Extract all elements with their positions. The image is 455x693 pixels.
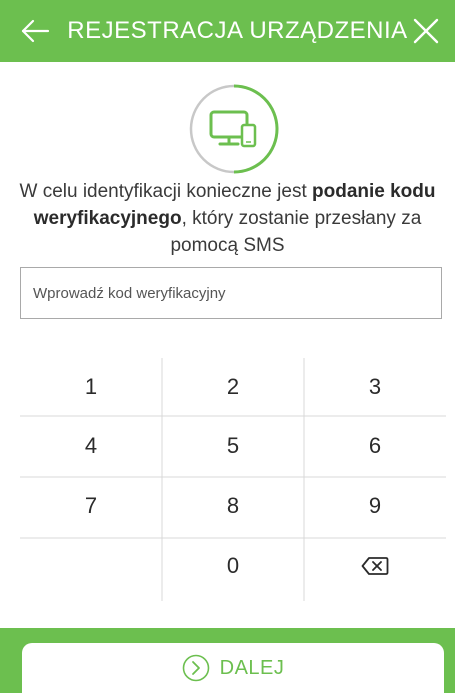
backspace-icon (361, 557, 389, 575)
device-icon-container (187, 82, 281, 176)
key-8[interactable]: 8 (162, 476, 304, 536)
keypad-row-4: 0 (20, 536, 446, 596)
key-2[interactable]: 2 (162, 358, 304, 416)
keypad-row-1: 1 2 3 (20, 358, 446, 416)
key-empty (20, 536, 162, 596)
header-bar: REJESTRACJA URZĄDZENIA (0, 0, 455, 62)
numeric-keypad: 1 2 3 4 5 6 7 8 9 0 (20, 358, 446, 601)
key-5[interactable]: 5 (162, 416, 304, 476)
chevron-circle-right-icon (182, 654, 209, 682)
back-button[interactable] (16, 11, 53, 51)
key-9[interactable]: 9 (304, 476, 446, 536)
next-button-label: DALEJ (219, 656, 285, 679)
close-button[interactable] (408, 11, 445, 51)
key-0[interactable]: 0 (162, 536, 304, 596)
verification-code-input[interactable] (20, 267, 442, 319)
instruction-text: W celu identyfikacji konieczne jest poda… (14, 178, 441, 259)
page-title: REJESTRACJA URZĄDZENIA (67, 17, 408, 44)
close-icon (414, 18, 439, 44)
device-registration-screen: REJESTRACJA URZĄDZENIA W celu identyfika… (0, 0, 455, 693)
arrow-left-icon (21, 19, 49, 43)
key-7[interactable]: 7 (20, 476, 162, 536)
backspace-button[interactable] (304, 536, 446, 596)
key-1[interactable]: 1 (20, 358, 162, 416)
instruction-text-part1: W celu identyfikacji konieczne jest (19, 181, 312, 202)
next-button[interactable]: DALEJ (22, 643, 444, 693)
key-4[interactable]: 4 (20, 416, 162, 476)
key-6[interactable]: 6 (304, 416, 446, 476)
key-3[interactable]: 3 (304, 358, 446, 416)
keypad-row-2: 4 5 6 (20, 416, 446, 476)
instruction-text-part2: , który zostanie przesłany za pomocą SMS (170, 208, 422, 256)
keypad-row-3: 7 8 9 (20, 476, 446, 536)
monitor-phone-icon (189, 84, 279, 174)
